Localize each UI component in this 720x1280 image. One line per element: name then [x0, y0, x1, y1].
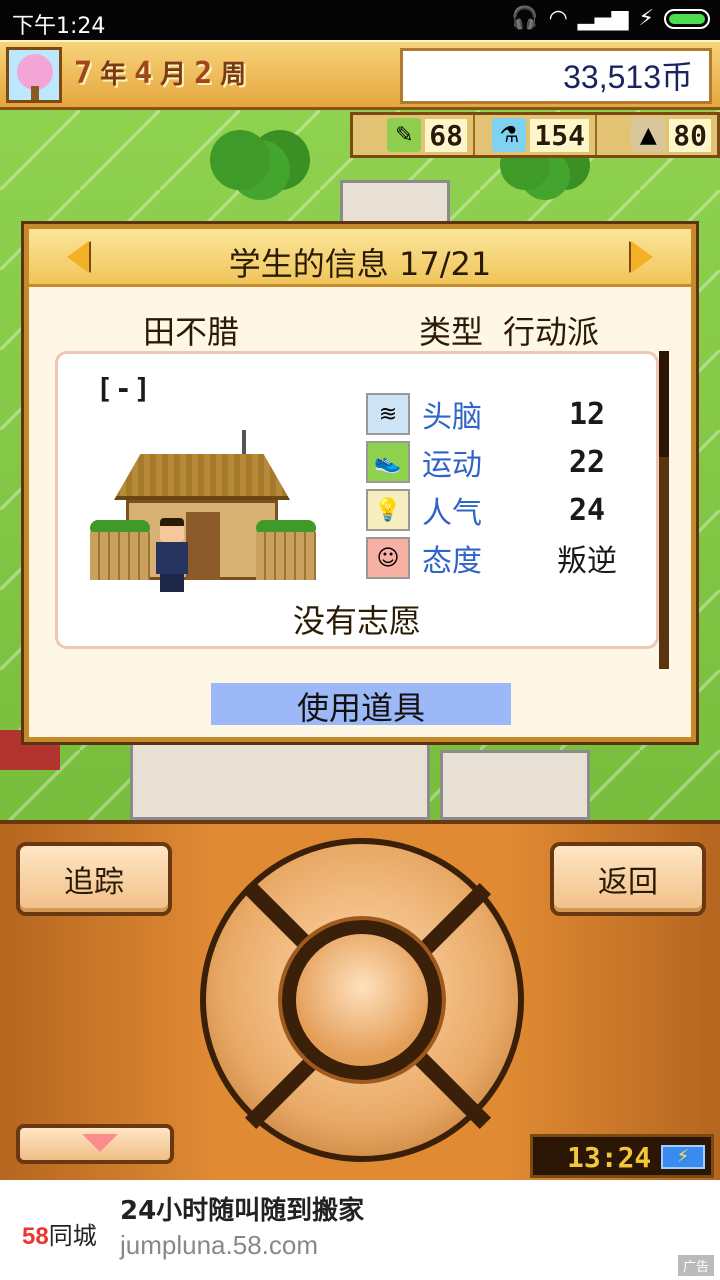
brain-icon: ≋: [366, 393, 410, 435]
student-home-image: [90, 430, 316, 580]
game-date: 7 年 4 月 2 周: [74, 54, 246, 91]
year-unit: 年: [100, 60, 127, 90]
status-bar: 下午1:24 🎧 ◠ ▂▄▆ ⚡: [0, 0, 720, 40]
flask-icon: ⚗: [492, 118, 527, 152]
stat-label: 态度: [422, 544, 482, 579]
stat-label: 头脑: [422, 400, 482, 435]
sneaker-icon: 👟: [366, 441, 410, 483]
battery-icon: [664, 8, 710, 29]
stat-row-attitude: ☺ 态度 叛逆: [366, 534, 636, 582]
game-clock: 13:24 ⚡: [530, 1134, 714, 1178]
classroom-block: [130, 740, 430, 820]
month-unit: 月: [160, 60, 187, 90]
menu-down-button[interactable]: [16, 1124, 174, 1164]
club-tag: [-]: [96, 372, 153, 405]
money-display: 33,513币: [400, 48, 712, 104]
ad-logo-text: 同城: [48, 1223, 97, 1250]
track-button[interactable]: 追踪: [16, 842, 172, 916]
battery-charging-icon: ⚡: [661, 1145, 705, 1169]
ad-logo-number: 58: [22, 1223, 49, 1250]
next-student-button[interactable]: [621, 237, 659, 277]
student-name: 田不腊: [143, 313, 240, 351]
type-value: 行动派: [503, 313, 600, 351]
career-wish: 没有志愿: [292, 602, 421, 640]
resource-value: 80: [669, 118, 711, 152]
week-unit: 周: [220, 60, 247, 90]
signal-icon: ▂▄▆: [577, 6, 629, 31]
pencil-icon: ✎: [387, 118, 422, 152]
use-item-button[interactable]: 使用道具: [211, 683, 511, 727]
arrow-right-icon: [631, 241, 653, 273]
scrollbar-thumb[interactable]: [659, 351, 669, 457]
tree-cluster: [210, 130, 270, 190]
game-top-bar: 7 年 4 月 2 周 33,513币: [0, 40, 720, 110]
resource-value: 68: [425, 118, 467, 152]
ad-banner[interactable]: 58同城 24小时随叫随到搬家 jumpluna.58.com 广告: [0, 1180, 720, 1280]
ad-title[interactable]: 24小时随叫随到搬家: [120, 1190, 364, 1227]
student-detail-card: [-] ≋ 头脑 12 👟 运动 22 💡 人气 24 ☺ 态度 叛逆 没有志愿: [55, 351, 659, 649]
week-value: 2: [194, 56, 213, 91]
stat-label: 运动: [422, 448, 482, 483]
student-info-panel: 学生的信息 17/21 田不腊 类型 行动派 [-] ≋ 头脑 12 👟 运动: [24, 224, 696, 742]
resource-bar: ✎ 68 ⚗ 154 ▲ 80: [350, 112, 720, 158]
cherry-tree-icon[interactable]: [6, 47, 62, 103]
student-avatar: [152, 518, 192, 594]
status-icons: 🎧 ◠ ▂▄▆ ⚡: [511, 6, 710, 31]
arrow-down-icon: [82, 1134, 118, 1152]
back-button[interactable]: 返回: [550, 842, 706, 916]
lightbulb-icon: 💡: [366, 489, 410, 531]
ad-logo: 58同城: [22, 1216, 97, 1251]
panel-header: 学生的信息 17/21: [29, 229, 691, 287]
building-block: [440, 750, 590, 820]
panel-title: 学生的信息 17/21: [228, 245, 492, 283]
face-icon: ☺: [366, 537, 410, 579]
year-value: 7: [74, 56, 93, 91]
resource-weight: ▲ 80: [597, 115, 717, 155]
stat-row-athletics: 👟 运动 22: [366, 438, 636, 486]
headphones-icon: 🎧: [511, 6, 539, 31]
stat-value: 叛逆: [557, 544, 617, 579]
stat-value: 22: [568, 444, 606, 480]
school-building: [340, 180, 450, 230]
wifi-icon: ◠: [548, 6, 568, 31]
resource-value: 154: [530, 118, 589, 152]
ad-tag: 广告: [677, 1255, 714, 1276]
stat-value: 24: [568, 492, 606, 528]
student-stats: ≋ 头脑 12 👟 运动 22 💡 人气 24 ☺ 态度 叛逆: [366, 390, 636, 582]
charging-icon: ⚡: [638, 6, 654, 31]
stat-label: 人气: [422, 496, 482, 531]
stat-row-intellect: ≋ 头脑 12: [366, 390, 636, 438]
dpad-center-button[interactable]: [282, 920, 442, 1080]
stat-value: 12: [568, 396, 606, 432]
month-value: 4: [134, 56, 153, 91]
type-label: 类型: [419, 313, 484, 351]
weight-icon: ▲: [631, 118, 666, 152]
resource-flask: ⚗ 154: [475, 115, 597, 155]
stat-row-popularity: 💡 人气 24: [366, 486, 636, 534]
resource-pencil: ✎ 68: [353, 115, 475, 155]
clock-time: 13:24: [567, 1141, 652, 1174]
directional-pad[interactable]: [200, 838, 524, 1162]
controller-panel: 追踪 返回 13:24 ⚡: [0, 820, 720, 1180]
status-time: 下午1:24: [12, 14, 106, 39]
ad-url[interactable]: jumpluna.58.com: [120, 1230, 318, 1261]
